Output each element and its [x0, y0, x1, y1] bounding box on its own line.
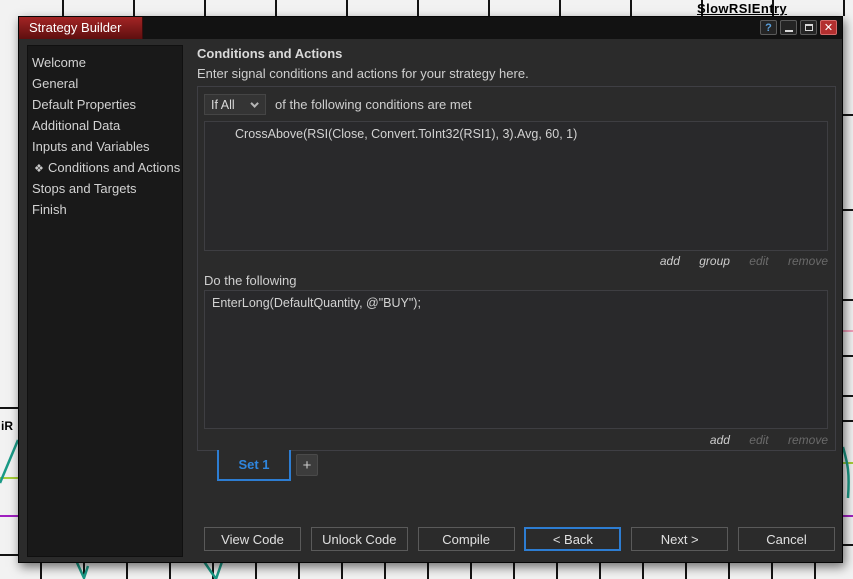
- actions-list[interactable]: EnterLong(DefaultQuantity, @"BUY");: [204, 290, 828, 429]
- group-condition-link[interactable]: group: [699, 254, 730, 268]
- add-set-button[interactable]: +: [296, 454, 318, 476]
- chart-indicator-line-purple: [0, 515, 18, 517]
- chart-gridline-left: [0, 407, 18, 409]
- add-condition-link[interactable]: add: [660, 254, 680, 268]
- edit-condition-link: edit: [749, 254, 769, 268]
- condition-match-suffix: of the following conditions are met: [275, 97, 472, 112]
- chart-left-label: iR: [1, 419, 13, 433]
- compile-button[interactable]: Compile: [417, 527, 515, 551]
- chart-gridline-left: [0, 554, 18, 556]
- chart-grid-bottom: [0, 563, 853, 579]
- action-links: add edit remove: [204, 433, 828, 447]
- sidebar-item-additional-data[interactable]: Additional Data: [28, 115, 182, 136]
- sidebar-item-conditions-and-actions[interactable]: ❖ Conditions and Actions: [28, 157, 182, 178]
- sidebar-item-finish[interactable]: Finish: [28, 199, 182, 220]
- conditions-list[interactable]: CrossAbove(RSI(Close, Convert.ToInt32(RS…: [204, 121, 828, 251]
- minimize-button[interactable]: [780, 20, 797, 35]
- sidebar-item-stops-and-targets[interactable]: Stops and Targets: [28, 178, 182, 199]
- sidebar-item-welcome[interactable]: Welcome: [28, 52, 182, 73]
- condition-expression[interactable]: CrossAbove(RSI(Close, Convert.ToInt32(RS…: [205, 122, 827, 141]
- minimize-icon: [784, 29, 793, 32]
- titlebar[interactable]: Strategy Builder ? ✕: [19, 17, 842, 39]
- tab-set-1[interactable]: Set 1: [217, 450, 291, 481]
- close-button[interactable]: ✕: [820, 20, 837, 35]
- window-controls: ? ✕: [760, 20, 837, 35]
- footer-buttons: View Code Unlock Code Compile < Back Nex…: [204, 527, 835, 551]
- maximize-icon: [804, 24, 813, 31]
- edit-action-link: edit: [749, 433, 769, 447]
- remove-condition-link: remove: [787, 254, 828, 268]
- window-title: Strategy Builder: [19, 17, 143, 39]
- back-button[interactable]: < Back: [524, 527, 622, 551]
- action-expression[interactable]: EnterLong(DefaultQuantity, @"BUY");: [205, 291, 827, 310]
- sidebar-item-general[interactable]: General: [28, 73, 182, 94]
- strategy-builder-window: Strategy Builder ? ✕ Welcome General Def…: [18, 16, 843, 563]
- page-title: Conditions and Actions: [197, 46, 343, 61]
- add-action-link[interactable]: add: [710, 433, 730, 447]
- condition-links: add group edit remove: [204, 254, 828, 268]
- sidebar-item-label: Conditions and Actions: [48, 160, 181, 175]
- actions-label: Do the following: [204, 273, 297, 288]
- remove-action-link: remove: [787, 433, 828, 447]
- maximize-button[interactable]: [800, 20, 817, 35]
- view-code-button[interactable]: View Code: [204, 527, 301, 551]
- wizard-sidebar: Welcome General Default Properties Addit…: [27, 45, 183, 557]
- condition-match-dropdown[interactable]: If All: [204, 94, 266, 115]
- cancel-button[interactable]: Cancel: [737, 527, 835, 551]
- page-description: Enter signal conditions and actions for …: [197, 66, 529, 81]
- sidebar-item-inputs-and-variables[interactable]: Inputs and Variables: [28, 136, 182, 157]
- help-button[interactable]: ?: [760, 20, 777, 35]
- sidebar-item-default-properties[interactable]: Default Properties: [28, 94, 182, 115]
- next-button[interactable]: Next >: [631, 527, 729, 551]
- current-step-icon: ❖: [34, 163, 44, 175]
- unlock-code-button[interactable]: Unlock Code: [310, 527, 408, 551]
- dropdown-value: If All: [211, 97, 235, 112]
- chart-indicator-line-yellowgreen: [0, 477, 18, 479]
- chevron-down-icon: [250, 98, 259, 108]
- chart-series-label: SlowRSIEntry: [697, 1, 788, 16]
